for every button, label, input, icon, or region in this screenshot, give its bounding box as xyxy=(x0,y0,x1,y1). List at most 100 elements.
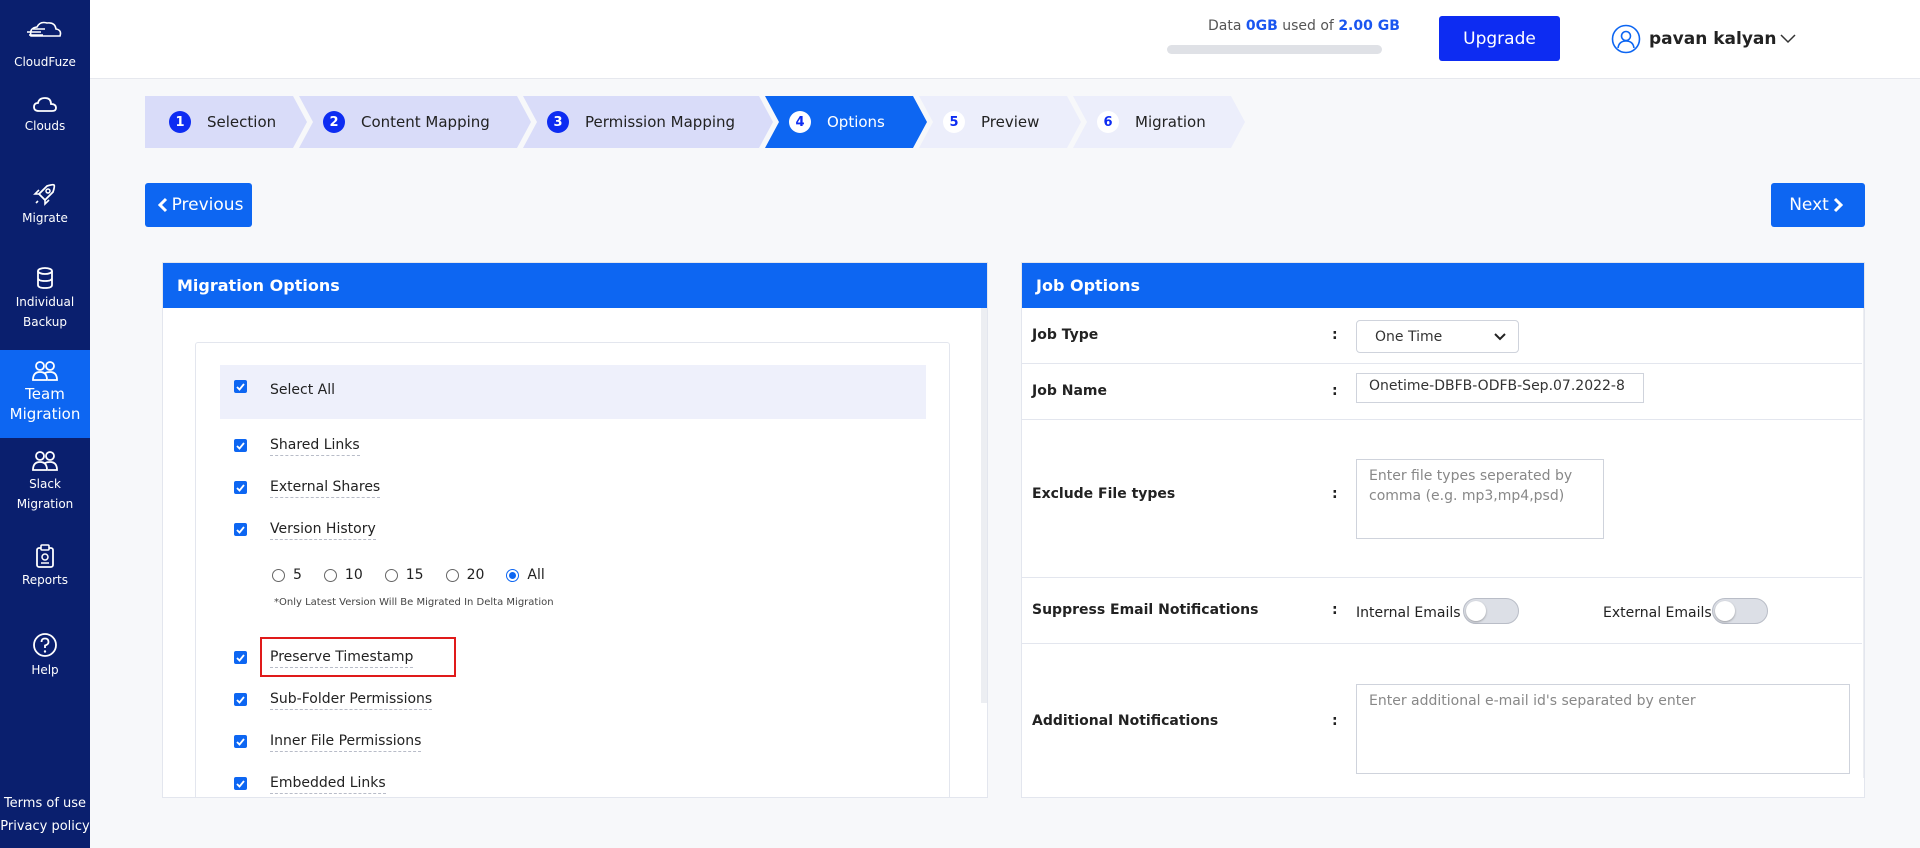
team-icon xyxy=(32,361,58,381)
step-label: Selection xyxy=(207,113,277,131)
external-emails-label: External Emails xyxy=(1603,605,1712,621)
step-label: Options xyxy=(827,113,885,131)
version-radio-20[interactable]: 20 xyxy=(445,567,484,583)
cloud-icon xyxy=(33,97,57,112)
wizard-steps: 1 Selection 2 Content Mapping 3 Permissi… xyxy=(145,96,1265,148)
step-permission-mapping[interactable]: 3 Permission Mapping xyxy=(523,96,773,148)
job-name-row: Job Name : Onetime-DBFB-ODFB-Sep.07.2022… xyxy=(1022,364,1862,420)
user-avatar-icon xyxy=(1611,24,1641,54)
exclude-file-types-row: Exclude File types : Enter file types se… xyxy=(1022,420,1862,578)
sidebar-item-help[interactable]: Help xyxy=(0,632,90,680)
sidebar-item-label: Individual Backup xyxy=(15,295,75,329)
select-all-label: Select All xyxy=(270,382,335,398)
privacy-link[interactable]: Privacy policy xyxy=(0,819,90,834)
internal-emails-toggle[interactable] xyxy=(1463,598,1519,624)
inner-file-permissions-label: Inner File Permissions xyxy=(270,733,422,752)
user-menu[interactable]: pavan kalyan xyxy=(1611,24,1797,54)
options-box: Select All Shared Links External Shares … xyxy=(195,342,950,797)
sidebar-item-individual-backup[interactable]: Individual Backup xyxy=(0,266,90,332)
step-label: Preview xyxy=(981,113,1040,131)
data-usage-text: Data 0GB used of 2.00 GB xyxy=(1208,18,1400,34)
sidebar-item-clouds[interactable]: Clouds xyxy=(0,96,90,136)
exclude-file-types-input[interactable]: Enter file types seperated by comma (e.g… xyxy=(1356,459,1604,539)
shared-links-label: Shared Links xyxy=(270,437,360,456)
next-button[interactable]: Next xyxy=(1771,183,1865,227)
chevron-down-icon xyxy=(1494,333,1506,341)
additional-notifications-input[interactable]: Enter additional e-mail id's separated b… xyxy=(1356,684,1850,774)
version-count-radios: 5 10 15 20 All xyxy=(272,567,567,583)
step-options[interactable]: 4 Options xyxy=(765,96,927,148)
sidebar-item-label: Team Migration xyxy=(9,385,81,423)
data-used: 0GB xyxy=(1245,18,1278,34)
clipboard-icon xyxy=(36,544,54,568)
step-number: 3 xyxy=(547,111,569,133)
sub-folder-permissions-checkbox[interactable] xyxy=(234,693,247,706)
team-icon xyxy=(32,451,58,471)
version-radio-15[interactable]: 15 xyxy=(384,567,424,583)
migration-options-panel: Migration Options Select All Shared Link… xyxy=(162,262,988,798)
step-number: 5 xyxy=(943,111,965,133)
inner-file-permissions-checkbox[interactable] xyxy=(234,735,247,748)
options-scrollbar[interactable] xyxy=(981,308,987,703)
terms-link[interactable]: Terms of use xyxy=(0,796,90,811)
rocket-icon xyxy=(33,183,56,206)
database-icon xyxy=(37,267,53,289)
step-label: Content Mapping xyxy=(361,113,490,131)
step-selection[interactable]: 1 Selection xyxy=(145,96,307,148)
sub-folder-permissions-label: Sub-Folder Permissions xyxy=(270,691,433,710)
version-radio-10[interactable]: 10 xyxy=(323,567,363,583)
version-history-label: Version History xyxy=(270,521,376,540)
job-name-input[interactable]: Onetime-DBFB-ODFB-Sep.07.2022-8 xyxy=(1356,373,1644,403)
sidebar-item-label: Migrate xyxy=(22,211,68,225)
sidebar-item-slack-migration[interactable]: Slack Migration xyxy=(0,450,90,514)
sidebar-item-migrate[interactable]: Migrate xyxy=(0,182,90,228)
job-type-select[interactable]: One Time xyxy=(1356,320,1519,353)
embedded-links-checkbox[interactable] xyxy=(234,777,247,790)
job-type-label: Job Type xyxy=(1032,327,1099,343)
step-number: 4 xyxy=(789,111,811,133)
logo-text: CloudFuze xyxy=(14,55,76,69)
upgrade-button[interactable]: Upgrade xyxy=(1439,16,1560,61)
panel-title: Migration Options xyxy=(163,263,987,308)
additional-notifications-row: Additional Notifications : Enter additio… xyxy=(1022,644,1862,797)
sidebar-item-team-migration[interactable]: Team Migration xyxy=(0,350,90,438)
help-icon xyxy=(33,633,57,657)
select-all-row: Select All xyxy=(220,365,926,419)
version-history-checkbox[interactable] xyxy=(234,523,247,536)
suppress-email-label: Suppress Email Notifications xyxy=(1032,602,1259,618)
user-name: pavan kalyan xyxy=(1649,29,1777,49)
step-content-mapping[interactable]: 2 Content Mapping xyxy=(299,96,531,148)
version-radio-5[interactable]: 5 xyxy=(272,567,302,583)
job-type-row: Job Type : One Time xyxy=(1022,308,1862,364)
shared-links-checkbox[interactable] xyxy=(234,439,247,452)
select-all-checkbox[interactable] xyxy=(234,380,247,393)
step-number: 2 xyxy=(323,111,345,133)
exclude-file-types-label: Exclude File types xyxy=(1032,486,1176,502)
exclude-placeholder: Enter file types seperated by comma (e.g… xyxy=(1369,468,1573,504)
embedded-links-label: Embedded Links xyxy=(270,775,386,794)
previous-button[interactable]: Previous xyxy=(145,183,252,227)
preserve-timestamp-checkbox[interactable] xyxy=(234,651,247,664)
sidebar-item-reports[interactable]: Reports xyxy=(0,544,90,590)
job-options-panel: Job Options Job Type : One Time Job Name… xyxy=(1021,262,1865,798)
step-migration[interactable]: 6 Migration xyxy=(1073,96,1245,148)
sidebar-item-label: Clouds xyxy=(24,119,66,133)
job-name-label: Job Name xyxy=(1032,383,1107,399)
chevron-down-icon xyxy=(1780,34,1797,44)
internal-emails-label: Internal Emails xyxy=(1356,605,1461,621)
data-usage-bar xyxy=(1167,45,1382,54)
cloudfuze-logo[interactable]: CloudFuze xyxy=(0,18,90,72)
step-number: 1 xyxy=(169,111,191,133)
step-preview[interactable]: 5 Preview xyxy=(919,96,1081,148)
preserve-timestamp-label: Preserve Timestamp xyxy=(270,649,414,668)
job-options-scrollbar[interactable] xyxy=(1863,308,1864,778)
version-radio-all[interactable]: All xyxy=(506,567,545,583)
chevron-right-icon xyxy=(1833,197,1843,213)
data-total: 2.00 GB xyxy=(1338,18,1400,34)
panel-title: Job Options xyxy=(1022,263,1864,308)
version-note: *Only Latest Version Will Be Migrated In… xyxy=(274,597,554,608)
step-label: Migration xyxy=(1135,113,1206,131)
step-number: 6 xyxy=(1097,111,1119,133)
external-shares-checkbox[interactable] xyxy=(234,481,247,494)
external-emails-toggle[interactable] xyxy=(1712,598,1768,624)
